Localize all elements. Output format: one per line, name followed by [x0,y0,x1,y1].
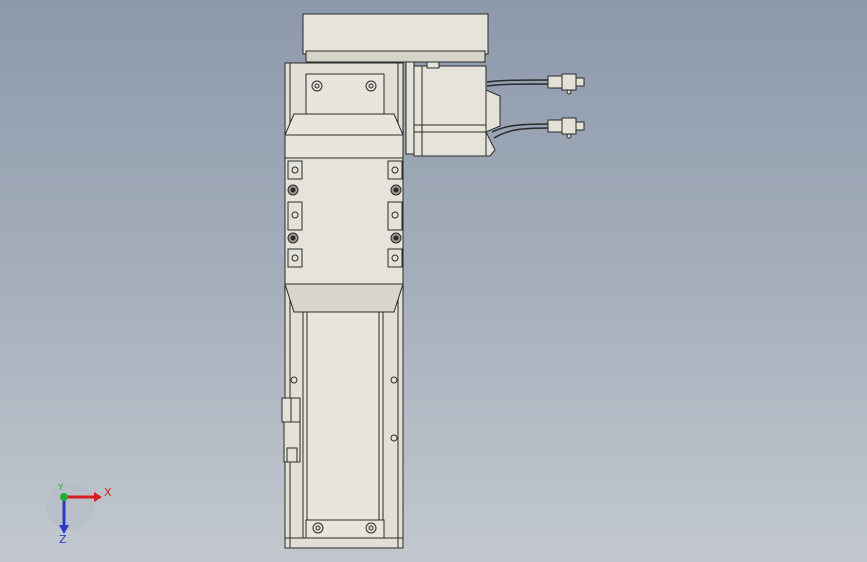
carriage-body [284,157,404,285]
rail-top-cap [305,73,385,115]
limit-sensor [281,397,301,463]
cable-connectors [547,73,585,139]
y-axis-label: Y [58,483,64,493]
y-axis-dot [60,493,68,501]
top-cover [302,13,489,55]
carriage-bottom [284,283,404,313]
rail-channel [302,311,384,539]
servo-motor [405,61,501,157]
x-axis-label: X [104,486,112,499]
x-axis-arrowhead [94,492,102,502]
axis-triad [46,482,102,534]
carriage-top [284,113,404,159]
top-cover-face [305,50,486,63]
cad-viewport[interactable]: X Y Z [0,0,867,562]
z-axis-label: Z [59,533,67,546]
linear-actuator-model [46,13,585,549]
